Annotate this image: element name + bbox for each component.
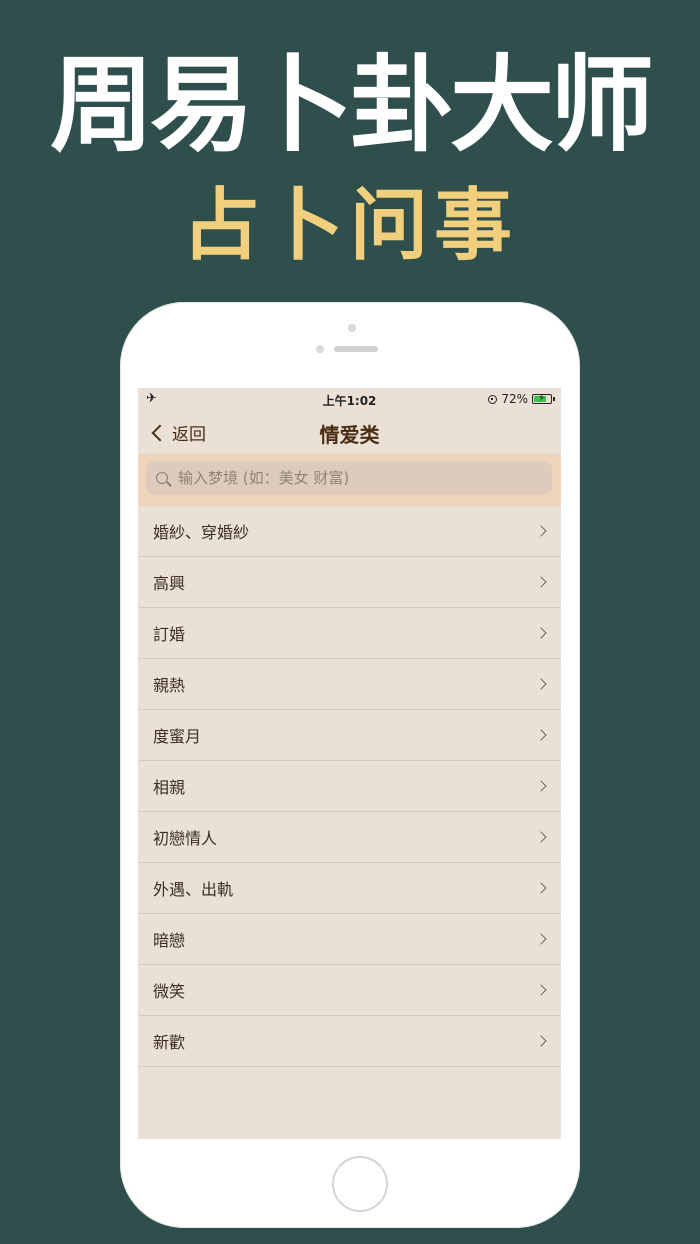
promo-headline: 周易卜卦大师 [49, 43, 654, 166]
chevron-right-icon [535, 780, 547, 792]
app-screen: ✈ 上午1:02 72% ⚡ 返回 情爱类 输入梦境 (如：美女 财富) 婚紗、… [138, 388, 561, 1139]
chevron-right-icon [535, 933, 547, 945]
earpiece-speaker [334, 346, 378, 352]
list-item[interactable]: 暗戀 [138, 914, 561, 965]
list-item-label: 初戀情人 [153, 829, 218, 848]
front-camera [348, 324, 356, 332]
list-item-label: 相親 [153, 778, 186, 797]
list-item[interactable]: 度蜜月 [138, 710, 561, 761]
chevron-right-icon [535, 576, 547, 588]
list-item-label: 暗戀 [153, 931, 186, 950]
chevron-right-icon [535, 627, 547, 639]
search-icon [156, 472, 168, 484]
chevron-right-icon [535, 678, 547, 690]
list-item-label: 外遇、出軌 [153, 880, 234, 899]
battery-tip [553, 397, 555, 401]
chevron-right-icon [535, 1035, 547, 1047]
chevron-right-icon [535, 984, 547, 996]
list-item-label: 高興 [153, 574, 186, 593]
search-box[interactable] [146, 461, 552, 495]
promo-subline: 占卜问事 [181, 180, 518, 271]
page-title: 情爱类 [319, 423, 380, 447]
chevron-right-icon [535, 882, 547, 894]
search-bar [138, 454, 561, 506]
chevron-right-icon [535, 831, 547, 843]
list-item[interactable]: 龍鳳胎 [138, 1067, 561, 1096]
chevron-right-icon [535, 525, 547, 537]
list-item-label: 親熱 [153, 676, 186, 695]
proximity-sensor [316, 345, 324, 353]
list-item-label: 龍鳳胎 [153, 1092, 201, 1096]
list-item[interactable]: 訂婚 [138, 608, 561, 659]
list-item-label: 婚紗、穿婚紗 [153, 523, 250, 542]
chevron-right-icon [535, 729, 547, 741]
search-input[interactable] [176, 468, 552, 488]
status-bar: ✈ 上午1:02 72% ⚡ [138, 388, 561, 410]
list-item-label: 新歡 [153, 1033, 186, 1052]
list-item-label: 微笑 [153, 982, 186, 1001]
list-item[interactable]: 微笑 [138, 965, 561, 1016]
rotation-lock-icon [488, 394, 498, 404]
list-item[interactable]: 親熱 [138, 659, 561, 710]
list-item[interactable]: 新歡 [138, 1016, 561, 1067]
battery-percent: 72% [501, 392, 528, 406]
list-item[interactable]: 初戀情人 [138, 812, 561, 863]
list-item-label: 訂婚 [153, 625, 186, 644]
list-item[interactable]: 婚紗、穿婚紗 [138, 506, 561, 557]
phone-frame: ✈ 上午1:02 72% ⚡ 返回 情爱类 输入梦境 (如：美女 财富) 婚紗、… [120, 302, 580, 1228]
charging-bolt-icon: ⚡ [538, 393, 546, 404]
navigation-bar: 返回 情爱类 [138, 410, 561, 454]
list-item[interactable]: 外遇、出軌 [138, 863, 561, 914]
home-button[interactable] [332, 1156, 388, 1212]
list-item[interactable]: 高興 [138, 557, 561, 608]
list-item-label: 度蜜月 [153, 727, 202, 746]
status-right: 72% ⚡ [488, 392, 555, 406]
dream-list: 婚紗、穿婚紗高興訂婚親熱度蜜月相親初戀情人外遇、出軌暗戀微笑新歡龍鳳胎 [138, 506, 561, 1096]
list-item[interactable]: 相親 [138, 761, 561, 812]
battery-icon: ⚡ [532, 393, 552, 404]
